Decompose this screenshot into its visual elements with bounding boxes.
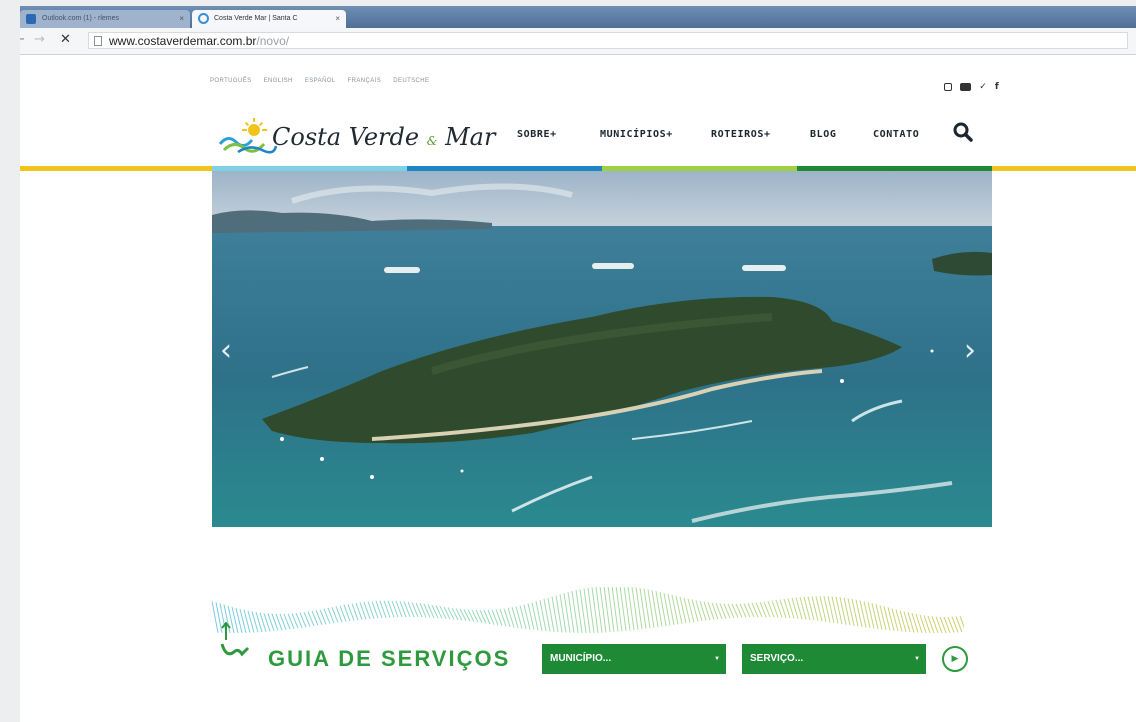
page-icon xyxy=(94,36,102,46)
guia-map-pin-icon xyxy=(220,622,250,657)
social-links: ✓ f xyxy=(944,76,1002,92)
tab-outlook[interactable]: Outlook.com (1) - rlemes × xyxy=(20,10,190,28)
stop-icon[interactable]: ✕ xyxy=(60,32,71,47)
hero-slider[interactable] xyxy=(212,171,992,527)
chevron-down-icon: ▼ xyxy=(914,656,920,662)
tab-close-icon[interactable]: × xyxy=(335,10,340,28)
search-go-button[interactable]: ▶ xyxy=(942,646,968,672)
hero-image xyxy=(212,171,992,527)
brand-name[interactable]: Costa Verde & Mar xyxy=(272,123,495,151)
slider-prev-icon[interactable]: ‹ xyxy=(220,336,232,366)
tab-label: Outlook.com (1) - rlemes xyxy=(42,15,120,22)
url-path: /novo/ xyxy=(256,34,290,48)
brand-amp: & xyxy=(426,134,438,148)
municipio-placeholder: MUNICÍPIO... xyxy=(550,653,612,664)
slider-next-icon[interactable]: › xyxy=(964,336,976,366)
forward-arrow-icon[interactable]: → xyxy=(34,32,45,47)
search-icon[interactable] xyxy=(952,121,974,143)
chevron-down-icon: ▼ xyxy=(714,656,720,662)
address-bar[interactable]: www.costaverdemar.com.br/novo/ xyxy=(88,32,1128,49)
municipio-select[interactable]: MUNICÍPIO... ▼ xyxy=(542,644,726,674)
lang-francais[interactable]: FRANÇAIS xyxy=(348,78,382,84)
guia-title: GUIA DE SERVIÇOS xyxy=(268,646,511,671)
youtube-icon[interactable] xyxy=(960,82,972,91)
browser-toolbar: ← → ✕ www.costaverdemar.com.br/novo/ xyxy=(20,28,1136,55)
nav-municipios[interactable]: MUNICÍPIOS+ xyxy=(600,129,673,140)
tab-costa-verde-mar[interactable]: Costa Verde Mar | Santa C × xyxy=(192,10,346,28)
logo-icon[interactable] xyxy=(218,118,278,154)
loading-spinner-icon xyxy=(198,13,209,24)
facebook-icon[interactable]: f xyxy=(995,82,999,92)
tab-label: Costa Verde Mar | Santa C xyxy=(214,15,298,22)
url-host: www.costaverdemar.com.br xyxy=(109,34,257,48)
servico-placeholder: SERVIÇO... xyxy=(750,653,804,664)
nav-contato[interactable]: CONTATO xyxy=(873,129,919,140)
brand-part1: Costa Verde xyxy=(272,123,420,151)
nav-blog[interactable]: BLOG xyxy=(810,129,836,140)
twitter-icon[interactable]: ✓ xyxy=(979,82,987,92)
brand-part2: Mar xyxy=(445,123,496,151)
browser-window: Outlook.com (1) - rlemes × Costa Verde M… xyxy=(20,6,1136,722)
instagram-icon[interactable] xyxy=(944,82,952,91)
outlook-favicon-icon xyxy=(26,14,36,24)
lang-deutsche[interactable]: DEUTSCHE xyxy=(393,78,429,84)
decorative-waves xyxy=(212,587,964,634)
tab-strip: Outlook.com (1) - rlemes × Costa Verde M… xyxy=(20,6,1136,28)
tab-close-icon[interactable]: × xyxy=(179,10,184,28)
lang-espanol[interactable]: ESPAÑOL xyxy=(305,78,336,84)
nav-roteiros[interactable]: ROTEIROS+ xyxy=(711,129,771,140)
lang-portugues[interactable]: PORTUGUÊS xyxy=(210,78,252,84)
nav-sobre[interactable]: SOBRE+ xyxy=(517,129,557,140)
lang-english[interactable]: ENGLISH xyxy=(264,78,293,84)
servico-select[interactable]: SERVIÇO... ▼ xyxy=(742,644,926,674)
back-arrow-icon[interactable]: ← xyxy=(20,32,25,47)
language-bar: PORTUGUÊS ENGLISH ESPAÑOL FRANÇAIS DEUTS… xyxy=(210,78,439,84)
